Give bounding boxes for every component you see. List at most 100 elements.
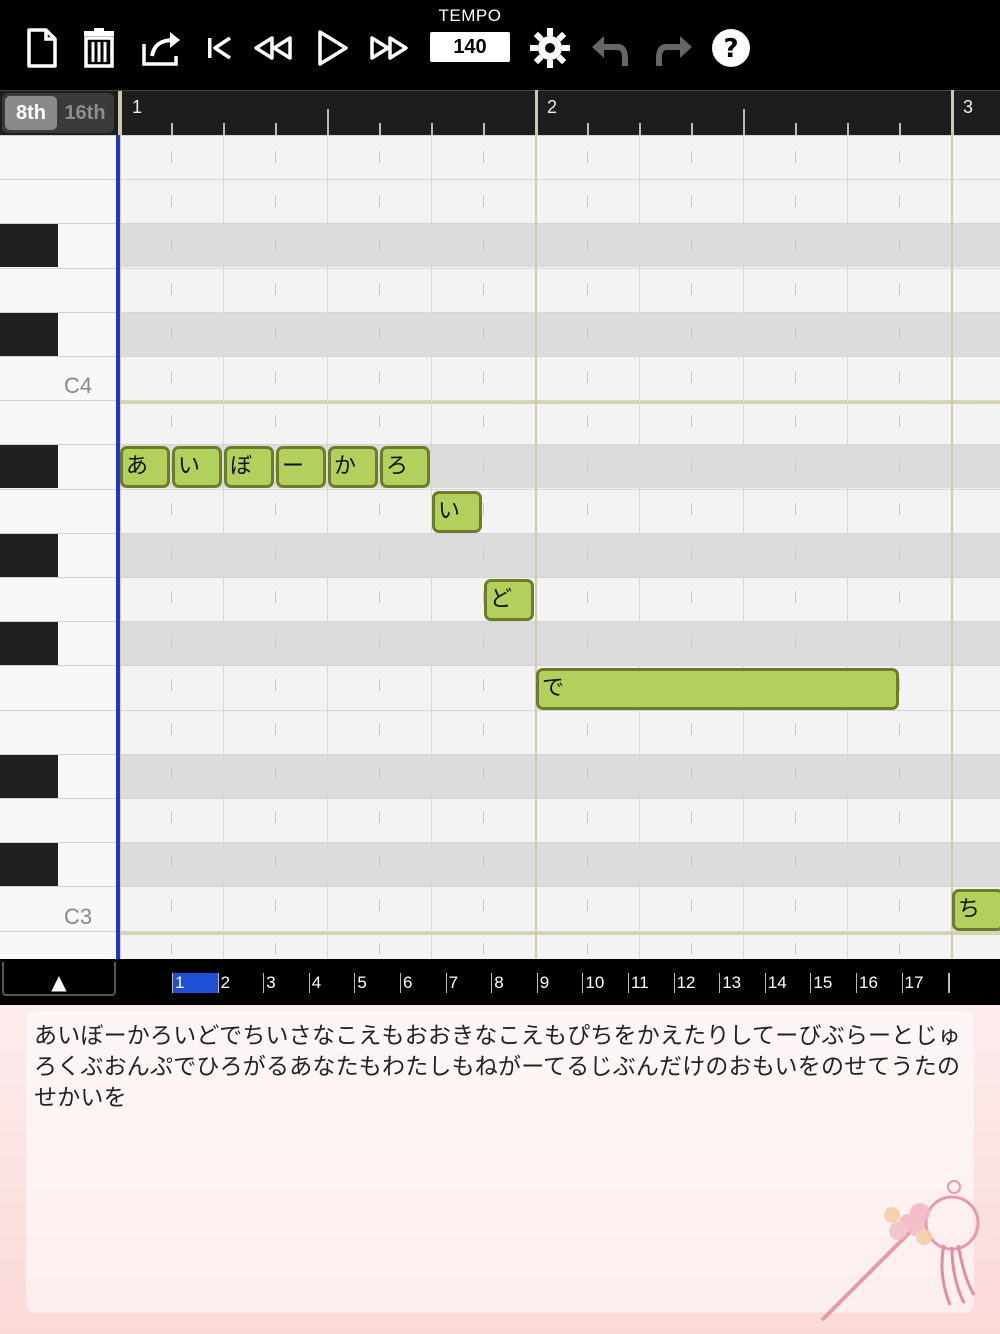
- ruler-tick: [483, 123, 485, 135]
- black-key[interactable]: [0, 444, 58, 489]
- measure-scrubber[interactable]: 1 2 3 4 5 6 7 8 9 10 11 12 13 14 15 16 17: [172, 973, 950, 993]
- row-divider: [0, 577, 1000, 578]
- subdivision-line: [587, 135, 588, 959]
- note[interactable]: あ: [120, 446, 170, 488]
- measure-end-marker: [948, 973, 950, 993]
- lyrics-text-field[interactable]: あいぼーかろいどでちいさなこえもおおきなこえもぴちをかえたりしてーびぶらーとじゅ…: [34, 1021, 964, 1114]
- note[interactable]: い: [172, 446, 222, 488]
- row-divider: [0, 532, 1000, 534]
- row-divider: [0, 753, 1000, 755]
- white-key-divider: [0, 577, 116, 578]
- navigator-measure-10[interactable]: 10: [582, 973, 604, 993]
- note[interactable]: で: [536, 668, 899, 710]
- white-key-divider: [0, 532, 116, 534]
- navigator-measure-17[interactable]: 17: [901, 973, 924, 993]
- subdivision-line: [171, 135, 172, 959]
- svg-text:?: ?: [723, 34, 738, 64]
- timeline-ruler[interactable]: 8th 16th 1 2 3: [0, 90, 1000, 136]
- navigator-measure-9[interactable]: 9: [536, 973, 549, 993]
- white-key-divider: [0, 311, 116, 313]
- piano-keyboard[interactable]: C4 C3: [0, 135, 116, 959]
- new-document-icon[interactable]: [18, 22, 66, 74]
- subdivision-line: [691, 135, 692, 959]
- bar-number: 1: [132, 97, 143, 117]
- navigator-measure-3[interactable]: 3: [263, 973, 276, 993]
- subdivision-line: [483, 135, 484, 959]
- black-key[interactable]: [0, 532, 58, 577]
- playhead[interactable]: [116, 135, 120, 959]
- row-divider: [0, 621, 1000, 623]
- white-key-divider: [0, 842, 116, 844]
- navigator-measure-11[interactable]: 11: [628, 973, 649, 993]
- note[interactable]: ろ: [380, 446, 430, 488]
- ruler-tick: [275, 123, 277, 135]
- black-key[interactable]: [0, 842, 58, 887]
- piano-roll-grid[interactable]: C4 C3 あ い ぼ ー か ろ い ど で ち: [0, 135, 1000, 959]
- trash-icon[interactable]: [75, 22, 123, 74]
- note[interactable]: ど: [484, 579, 534, 621]
- black-key[interactable]: [0, 753, 58, 798]
- white-key-divider: [0, 621, 116, 623]
- navigator-measure-6[interactable]: 6: [400, 973, 412, 993]
- navigator-measure-1[interactable]: 1: [172, 973, 184, 993]
- white-key-divider: [0, 356, 116, 357]
- navigator-measure-12[interactable]: 12: [673, 973, 696, 993]
- navigator-measure-4[interactable]: 4: [308, 973, 321, 993]
- row-divider: [0, 842, 1000, 844]
- rewind-icon[interactable]: [248, 22, 296, 74]
- bar-number: 2: [547, 97, 558, 117]
- ruler-tick: [899, 123, 901, 135]
- white-key-divider: [0, 886, 116, 888]
- measure-line: [535, 135, 537, 959]
- subdivision-line: [795, 135, 796, 959]
- share-icon[interactable]: [138, 22, 186, 74]
- row-divider: [0, 356, 1000, 357]
- navigator-measure-7[interactable]: 7: [445, 973, 458, 993]
- redo-icon[interactable]: [648, 22, 696, 74]
- fast-forward-icon[interactable]: [366, 22, 414, 74]
- black-key-lane: [118, 311, 1000, 356]
- help-icon[interactable]: ?: [707, 22, 755, 74]
- note[interactable]: ー: [276, 446, 326, 488]
- black-key[interactable]: [0, 311, 58, 356]
- note[interactable]: か: [328, 446, 378, 488]
- key-label-c4: C4: [64, 373, 93, 398]
- navigator-measure-16[interactable]: 16: [856, 973, 878, 993]
- beat-line: [639, 135, 640, 959]
- white-key-divider: [0, 665, 116, 667]
- note[interactable]: ぼ: [224, 446, 274, 488]
- bar-number: 3: [963, 97, 974, 117]
- black-key[interactable]: [0, 621, 58, 666]
- octave-line: [118, 401, 1000, 404]
- undo-icon[interactable]: [588, 22, 636, 74]
- ruler-tick: [431, 123, 433, 135]
- navigator-measure-13[interactable]: 13: [719, 973, 741, 993]
- navigator-measure-5[interactable]: 5: [354, 973, 367, 993]
- skip-to-start-icon[interactable]: [196, 22, 244, 74]
- navigator-measure-2[interactable]: 2: [217, 973, 230, 993]
- note[interactable]: い: [432, 491, 482, 533]
- row-divider: [0, 311, 1000, 313]
- navigator-measure-14[interactable]: 14: [764, 973, 787, 993]
- navigator-measure-15[interactable]: 15: [810, 973, 832, 993]
- navigator-measure-8[interactable]: 8: [491, 973, 504, 993]
- segment-8th[interactable]: 8th: [5, 96, 57, 130]
- ruler-tick: [951, 90, 954, 135]
- note[interactable]: ち: [952, 889, 1000, 931]
- black-key-lane: [118, 532, 1000, 577]
- ruler-tick: [639, 123, 641, 135]
- row-divider: [0, 488, 1000, 490]
- black-key[interactable]: [0, 223, 58, 268]
- triangle-up-icon: ▲: [51, 970, 67, 994]
- white-key-divider: [0, 444, 116, 446]
- collapse-toggle-button[interactable]: ▲: [2, 962, 116, 996]
- ruler-tick: [223, 123, 225, 135]
- settings-gear-icon[interactable]: [526, 22, 574, 74]
- ruler-tick: [535, 90, 538, 135]
- ruler-tick: [743, 109, 745, 135]
- tempo-field[interactable]: 140: [430, 32, 510, 62]
- ruler-tick: [327, 109, 329, 135]
- play-icon[interactable]: [308, 22, 356, 74]
- segment-16th[interactable]: 16th: [59, 96, 111, 130]
- white-key-divider: [0, 135, 116, 136]
